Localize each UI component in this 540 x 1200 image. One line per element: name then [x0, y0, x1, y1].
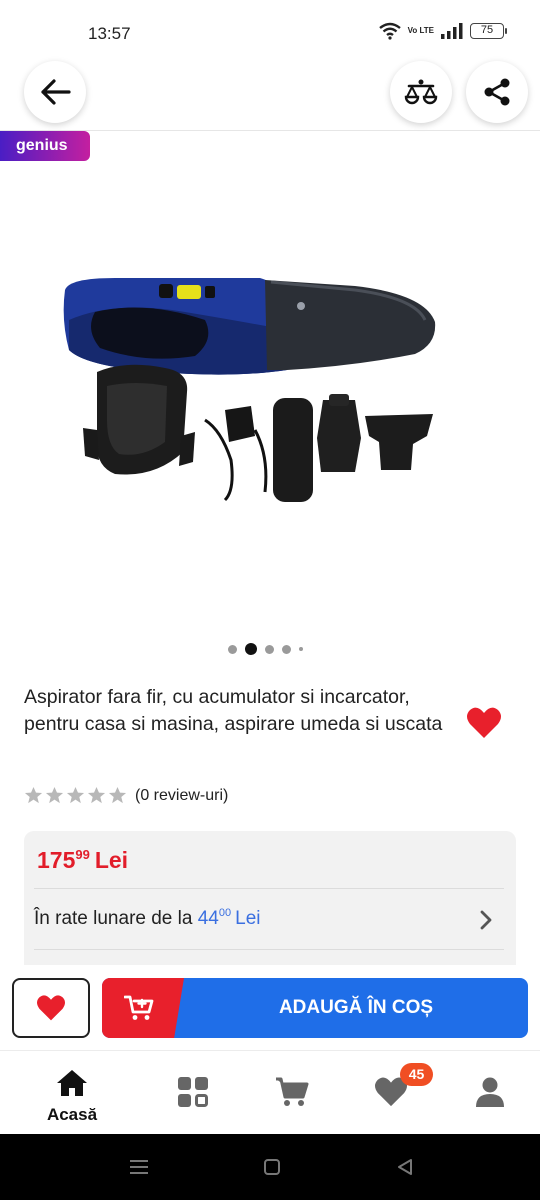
status-icons: Vo LTE 75 — [378, 22, 507, 40]
battery-level: 75 — [480, 24, 494, 36]
price-decimals: 99 — [75, 847, 90, 862]
installments-decimals: 00 — [218, 907, 232, 919]
back-button[interactable] — [24, 61, 86, 123]
volte-icon: Vo LTE — [408, 27, 434, 35]
rating[interactable]: (0 review-uri) — [24, 786, 228, 805]
product-title: Aspirator fara fir, cu acumulator si inc… — [24, 686, 443, 735]
installments-prefix: În rate lunare de la — [34, 908, 193, 929]
nav-home-label: Acasă — [46, 1105, 98, 1124]
add-to-cart-label: ADAUGĂ ÎN COȘ — [278, 997, 434, 1018]
price-card: 17599 Lei În rate lunare de la 4400 Lei — [24, 831, 516, 981]
status-bar: 13:57 Vo LTE 75 — [0, 0, 540, 66]
share-button[interactable] — [466, 61, 528, 123]
genius-badge: genius — [0, 131, 90, 161]
cart-plus-icon — [124, 995, 154, 1020]
installments-currency: Lei — [235, 908, 261, 929]
star-icon — [66, 786, 85, 804]
nav-home[interactable]: Acasă — [40, 1051, 104, 1135]
status-time: 13:57 — [88, 24, 131, 43]
gallery-pagination — [228, 643, 303, 655]
categories-icon — [178, 1077, 208, 1107]
star-icon — [87, 786, 106, 804]
chevron-right-icon[interactable] — [479, 909, 493, 931]
gallery-dot[interactable] — [299, 647, 303, 651]
back-arrow-icon — [41, 79, 71, 105]
home-icon — [57, 1070, 87, 1096]
rating-stars — [24, 786, 127, 805]
compare-button[interactable] — [390, 61, 452, 123]
favorite-heart-icon[interactable] — [466, 706, 502, 740]
share-icon — [484, 78, 510, 106]
nav-categories[interactable] — [163, 1051, 223, 1135]
review-count[interactable]: (0 review-uri) — [135, 787, 228, 805]
signal-icon — [441, 23, 463, 39]
gallery-dot-active[interactable] — [245, 643, 257, 655]
star-icon — [108, 786, 127, 804]
installments-integer: 44 — [197, 908, 219, 929]
add-to-wishlist-button[interactable] — [12, 978, 90, 1038]
product-image[interactable] — [55, 260, 455, 520]
action-bar: ADAUGĂ ÎN COȘ — [0, 965, 540, 1049]
price: 17599 Lei — [37, 847, 128, 874]
gallery-dot[interactable] — [265, 644, 274, 654]
favorites-count-badge: 45 — [400, 1063, 433, 1086]
account-icon — [476, 1077, 504, 1107]
compare-scale-icon — [404, 79, 438, 105]
nav-cart[interactable] — [262, 1051, 322, 1135]
price-divider — [34, 888, 504, 889]
installments-amount: 4400 Lei — [197, 907, 261, 929]
price-integer: 175 — [37, 847, 76, 873]
volte-label: Vo LTE — [407, 26, 434, 35]
cart-icon — [276, 1077, 309, 1106]
heart-icon — [37, 995, 65, 1021]
battery-icon: 75 — [470, 23, 507, 39]
menu-icon[interactable] — [128, 1158, 150, 1176]
nav-account[interactable] — [460, 1051, 520, 1135]
bottom-nav: Acasă — [0, 1050, 540, 1134]
home-square-icon[interactable] — [263, 1158, 281, 1176]
genius-label: genius — [16, 137, 68, 154]
price-divider — [34, 949, 504, 950]
wifi-icon — [378, 22, 401, 40]
system-nav-bar — [0, 1134, 540, 1200]
star-icon — [24, 786, 43, 804]
price-currency: Lei — [94, 847, 129, 873]
add-to-cart-icon-area — [102, 978, 184, 1038]
gallery-dot[interactable] — [282, 644, 291, 654]
star-icon — [45, 786, 64, 804]
add-to-cart-button[interactable]: ADAUGĂ ÎN COȘ — [102, 978, 528, 1038]
back-triangle-icon[interactable] — [396, 1158, 414, 1176]
installments-link[interactable]: În rate lunare de la 4400 Lei — [34, 907, 260, 930]
gallery-dot[interactable] — [228, 644, 237, 654]
